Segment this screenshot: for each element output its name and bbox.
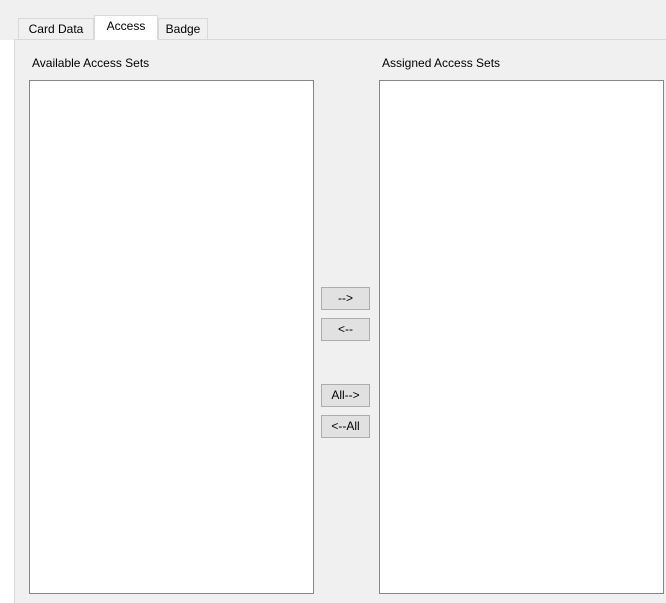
available-access-sets-label: Available Access Sets xyxy=(32,56,150,70)
tab-access[interactable]: Access xyxy=(94,15,158,40)
assigned-access-sets-list[interactable] xyxy=(379,80,664,594)
tab-card-data[interactable]: Card Data xyxy=(18,18,94,39)
available-access-sets-list[interactable] xyxy=(29,80,314,594)
card-editor-window: Card Data Access Badge Available Access … xyxy=(0,0,666,603)
assigned-access-sets-label: Assigned Access Sets xyxy=(382,56,501,70)
tab-card-data-label: Card Data xyxy=(28,22,84,36)
access-tab-panel: Available Access Sets Assigned Access Se… xyxy=(14,39,666,603)
tab-badge[interactable]: Badge xyxy=(158,18,208,39)
tab-access-label: Access xyxy=(106,19,146,33)
remove-selected-button[interactable]: <-- xyxy=(321,318,370,341)
add-all-button[interactable]: All--> xyxy=(321,384,370,407)
remove-all-button[interactable]: <--All xyxy=(321,415,370,438)
tab-strip: Card Data Access Badge xyxy=(0,0,666,40)
add-selected-button[interactable]: --> xyxy=(321,287,370,310)
tab-badge-label: Badge xyxy=(165,22,201,36)
